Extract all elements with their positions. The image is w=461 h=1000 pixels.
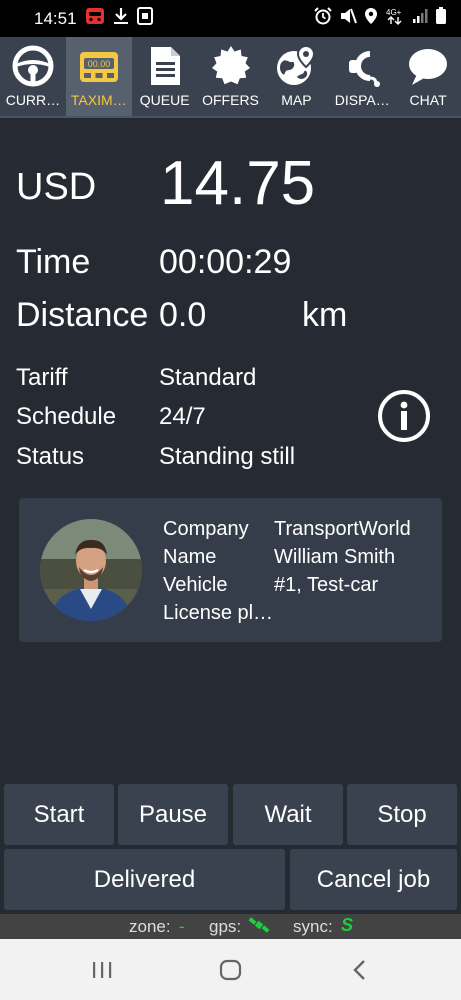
network-label: 4G+ — [386, 8, 402, 17]
status-value: Standing still — [159, 443, 296, 470]
home-button[interactable] — [216, 955, 246, 985]
battery-icon — [435, 7, 447, 30]
cancel-job-button[interactable]: Cancel job — [290, 849, 457, 910]
top-nav: CURR… 00.00 TAXIM… QUEUE OFFERS MAP DISP… — [0, 37, 461, 116]
chat-bubble-icon — [409, 49, 448, 85]
license-label: License pl… — [163, 602, 274, 624]
company-label: Company — [163, 518, 249, 540]
avatar — [40, 519, 142, 621]
taximeter-icon: 00.00 — [79, 52, 118, 82]
mute-icon — [339, 7, 357, 30]
zone-value: - — [179, 917, 185, 936]
tab-label: TAXIM… — [70, 92, 127, 108]
driver-card: Company TransportWorld Name William Smit… — [19, 498, 442, 642]
network-4g-icon: 4G+ — [385, 7, 405, 30]
connection-status-bar: zone: - gps: sync: S — [0, 914, 461, 939]
status-label: Status — [16, 443, 85, 470]
name-label: Name — [163, 546, 217, 568]
distance-label: Distance — [16, 296, 149, 334]
tariff-label: Tariff — [16, 364, 68, 391]
alarm-icon — [314, 7, 332, 30]
recent-apps-button[interactable] — [87, 955, 117, 985]
taximeter-screen: 14:51 4G+ CURR… 00.00 TAXIM… QUEUE OFFER… — [0, 0, 461, 1000]
distance-value: 0.0 — [159, 296, 207, 334]
gps-label: gps: — [209, 917, 242, 936]
tab-label: CHAT — [409, 92, 447, 108]
taxi-app-icon — [85, 7, 105, 30]
name-value: William Smith — [274, 546, 396, 568]
system-nav-bar — [0, 939, 461, 1000]
back-button[interactable] — [345, 955, 375, 985]
download-icon — [113, 7, 129, 30]
status-bar-right: 4G+ — [314, 7, 447, 30]
tariff-info-button[interactable] — [377, 389, 431, 443]
tab-label: QUEUE — [139, 92, 190, 108]
globe-pin-icon — [277, 44, 316, 85]
tariff-value: Standard — [159, 364, 257, 391]
tab-chat[interactable]: CHAT — [395, 37, 461, 116]
distance-unit: km — [302, 296, 348, 334]
tab-label: OFFERS — [202, 92, 259, 108]
fare-display: USD 14.75 — [16, 148, 446, 218]
time-value: 00:00:29 — [159, 243, 292, 281]
info-icon — [378, 390, 430, 442]
clock: 14:51 — [34, 8, 77, 28]
signal-icon — [412, 8, 428, 29]
tab-dispatcher[interactable]: DISPA… — [329, 37, 395, 116]
tab-label: DISPA… — [334, 92, 390, 108]
wait-button[interactable]: Wait — [233, 784, 343, 845]
steering-wheel-icon — [12, 45, 54, 87]
sync-label: sync: — [293, 917, 333, 936]
stop-button[interactable]: Stop — [347, 784, 457, 845]
badge-icon — [211, 46, 250, 85]
location-icon — [364, 7, 378, 30]
vehicle-value: #1, Test-car — [274, 574, 379, 596]
recent-apps-icon — [93, 962, 112, 978]
delivered-button[interactable]: Delivered — [4, 849, 285, 910]
nav-divider — [0, 116, 461, 118]
headset-icon — [349, 51, 381, 87]
document-icon — [150, 47, 180, 85]
taximeter-icon-text: 00.00 — [88, 59, 111, 69]
company-value: TransportWorld — [274, 518, 411, 540]
schedule-value: 24/7 — [159, 403, 206, 430]
home-icon — [219, 959, 242, 981]
zone-label: zone: — [129, 917, 171, 936]
tab-queue[interactable]: QUEUE — [132, 37, 198, 116]
fare-amount: 14.75 — [160, 149, 316, 218]
tab-label: CURR… — [5, 92, 61, 108]
status-bar-left: 14:51 — [34, 7, 153, 30]
start-button[interactable]: Start — [4, 784, 114, 845]
sync-value: S — [341, 915, 354, 935]
pause-button[interactable]: Pause — [118, 784, 228, 845]
vehicle-label: Vehicle — [163, 574, 228, 596]
back-icon — [353, 960, 365, 980]
satellite-icon — [248, 916, 270, 939]
tab-map[interactable]: MAP — [263, 37, 329, 116]
currency-label: USD — [16, 166, 97, 208]
tab-taximeter[interactable]: 00.00 TAXIM… — [65, 37, 132, 116]
tab-offers[interactable]: OFFERS — [198, 37, 264, 116]
schedule-label: Schedule — [16, 403, 117, 430]
time-label: Time — [16, 243, 91, 281]
screenshot-icon — [136, 7, 153, 30]
tab-label: MAP — [281, 92, 312, 108]
tab-current[interactable]: CURR… — [0, 37, 66, 116]
status-bar: 14:51 4G+ — [0, 0, 461, 37]
